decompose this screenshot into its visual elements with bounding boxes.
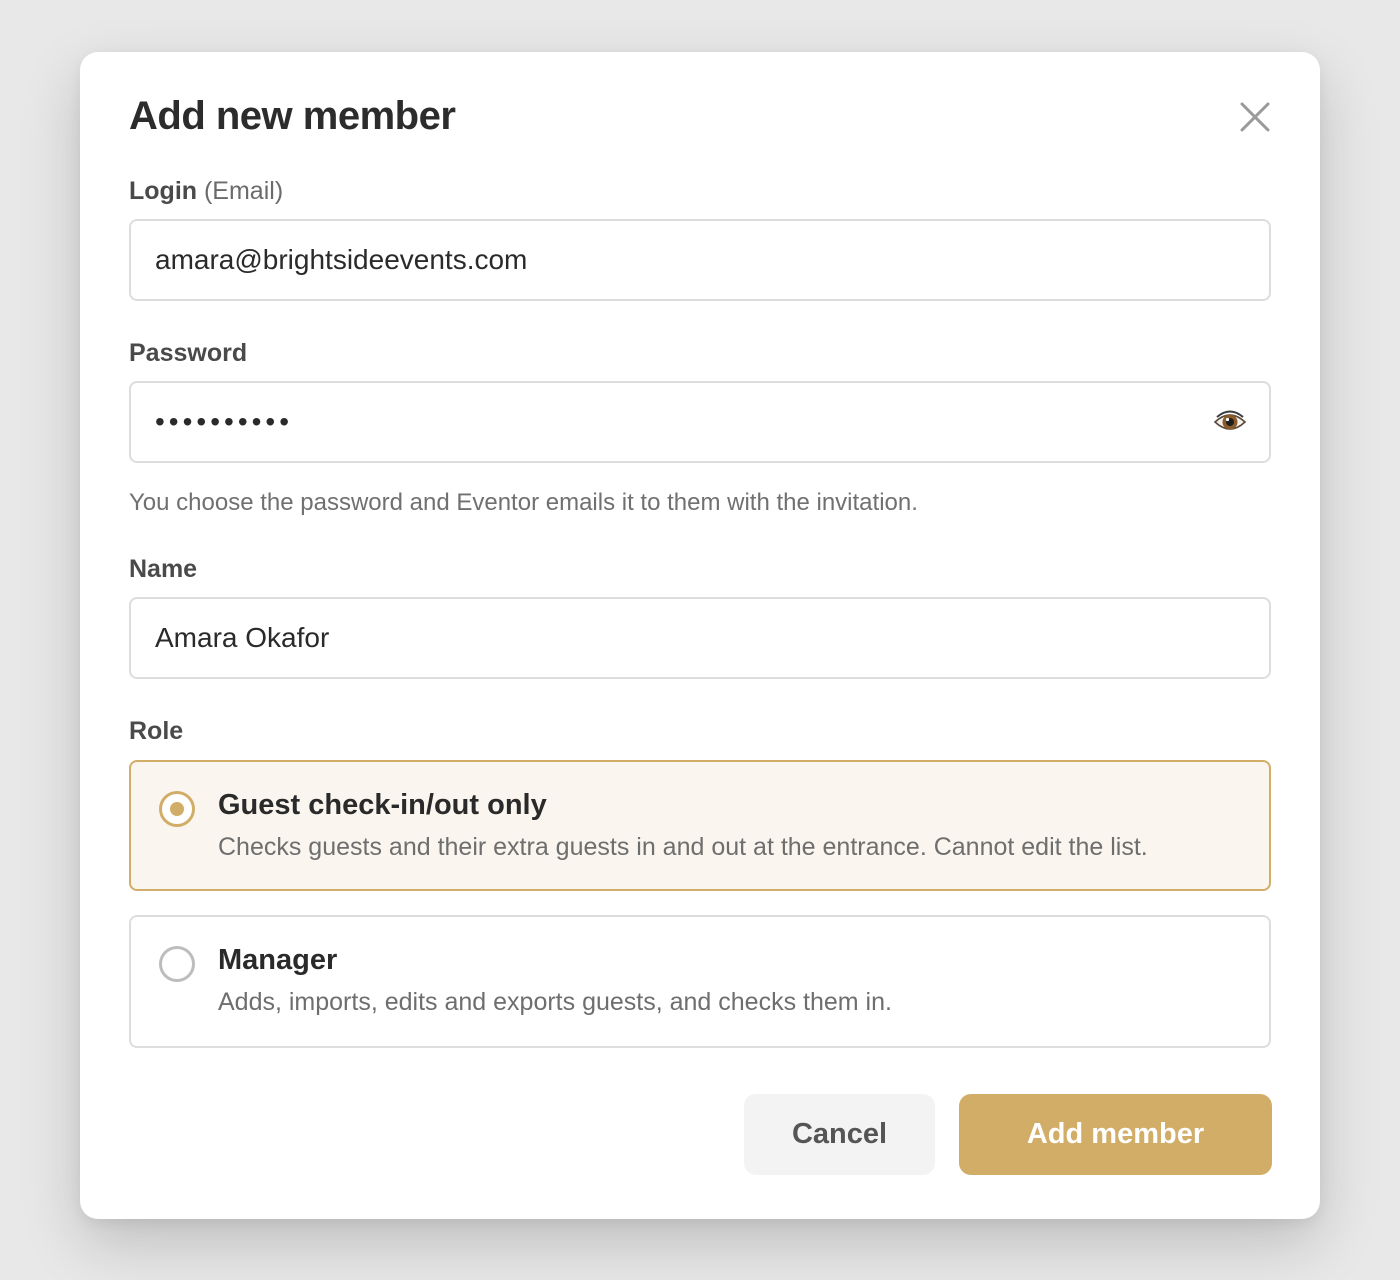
login-label-text: Login [129,177,198,205]
role-option-description: Adds, imports, edits and exports guests,… [218,988,892,1016]
name-field-box [129,597,1271,679]
add-member-dialog: Add new member Login (Email) Password Yo… [80,52,1320,1219]
show-password-toggle[interactable] [1213,407,1247,437]
add-member-button[interactable]: Add member [959,1094,1272,1175]
password-hint: You choose the password and Eventor emai… [129,489,918,516]
role-option-title: Guest check-in/out only [218,789,547,821]
radio-button-selected[interactable] [159,791,195,827]
name-input[interactable] [155,599,1195,677]
close-button[interactable] [1236,98,1274,136]
role-option-description: Checks guests and their extra guests in … [218,833,1148,861]
login-label: Login (Email) [129,176,283,206]
password-field-box [129,381,1271,463]
cancel-button[interactable]: Cancel [744,1094,935,1175]
name-label: Name [129,555,198,583]
role-label: Role [129,717,184,745]
role-option-guest-checkin[interactable]: Guest check-in/out only Checks guests an… [129,760,1271,891]
password-input[interactable] [155,383,1195,461]
eye-icon [1213,410,1247,430]
radio-dot [170,802,184,816]
role-option-manager[interactable]: Manager Adds, imports, edits and exports… [129,915,1271,1048]
login-label-sub: (Email) [203,177,284,205]
password-label: Password [129,339,248,367]
role-option-title: Manager [218,944,338,976]
close-icon [1240,102,1270,132]
radio-button-unselected[interactable] [159,946,195,982]
login-field-box [129,219,1271,301]
login-email-input[interactable] [155,221,1195,299]
dialog-title: Add new member [129,94,456,138]
